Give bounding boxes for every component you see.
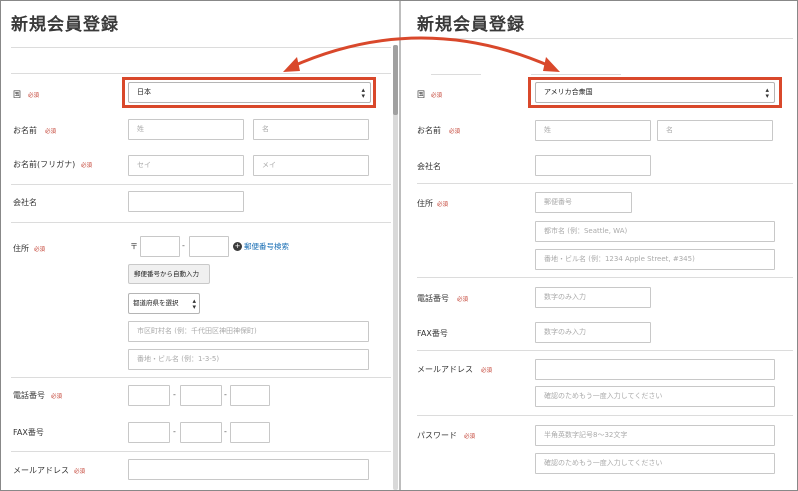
password-input[interactable]: 半角英数字記号8〜32文字	[535, 425, 775, 446]
email-input[interactable]	[535, 359, 775, 380]
required-badge: 必須	[81, 163, 93, 169]
address-label: 住所	[417, 199, 433, 208]
street-input[interactable]: 番地・ビル名 (例：1234 Apple Street, #345)	[535, 249, 775, 270]
city-input[interactable]: 市区町村名 (例：千代田区神田神保町)	[128, 321, 369, 342]
screenshot-frame: 新規会員登録 国 必須 日本 ▴ ▾ お名前 必須 姓 名 お名前(フリガナ) 必…	[0, 0, 798, 491]
required-badge: 必須	[457, 297, 469, 303]
scrollbar-thumb[interactable]	[393, 45, 398, 115]
select-arrow-icon: ▴ ▾	[192, 297, 196, 311]
postal-code-second-input[interactable]	[189, 236, 229, 257]
company-label: 会社名	[13, 198, 37, 207]
email-label: メールアドレス	[417, 365, 473, 374]
required-badge: 必須	[28, 93, 40, 99]
required-badge: 必須	[437, 202, 449, 208]
dash-separator: -	[224, 427, 227, 436]
fax-second-input[interactable]	[180, 422, 222, 443]
required-badge: 必須	[74, 469, 86, 475]
dash-separator: -	[224, 390, 227, 399]
required-badge: 必須	[481, 368, 493, 374]
postal-mark: 〒	[130, 242, 138, 251]
postal-autofill-button[interactable]: 郵便番号から自動入力	[128, 264, 210, 284]
required-badge: 必須	[431, 93, 443, 99]
title-divider	[11, 47, 391, 48]
name-label: お名前	[417, 126, 441, 135]
name-label: お名前	[13, 126, 37, 135]
row-divider	[417, 415, 793, 416]
street-input[interactable]: 番地・ビル名 (例：1-3-5)	[128, 349, 369, 370]
dash-separator: -	[173, 427, 176, 436]
phone-input[interactable]: 数字のみ入力	[535, 287, 651, 308]
password-label: パスワード	[417, 431, 457, 440]
phone-label: 電話番号	[417, 294, 449, 303]
row-divider	[11, 73, 391, 74]
country-label: 国	[13, 90, 21, 99]
row-divider	[11, 377, 391, 378]
fax-first-input[interactable]	[128, 422, 170, 443]
row-divider	[417, 350, 793, 351]
left-panel-japan-form: 新規会員登録 国 必須 日本 ▴ ▾ お名前 必須 姓 名 お名前(フリガナ) 必…	[1, 1, 399, 490]
required-badge: 必須	[51, 394, 63, 400]
prefecture-select-value: 都道府県を選択	[133, 299, 179, 307]
fax-label: FAX番号	[13, 428, 44, 437]
phone-second-input[interactable]	[180, 385, 222, 406]
fax-input[interactable]: 数字のみ入力	[535, 322, 651, 343]
postal-code-input[interactable]: 郵便番号	[535, 192, 632, 213]
phone-label: 電話番号	[13, 391, 45, 400]
last-name-kana-input[interactable]: セイ	[128, 155, 244, 176]
last-name-input[interactable]: 姓	[535, 120, 651, 141]
right-panel-us-form: 新規会員登録 国 必須 アメリカ合衆国 ▴ ▾ お名前 必須 姓 名 会社名 住所…	[401, 1, 797, 490]
row-divider	[11, 451, 391, 452]
company-input[interactable]	[128, 191, 244, 212]
phone-first-input[interactable]	[128, 385, 170, 406]
first-name-input[interactable]: 名	[657, 120, 773, 141]
plus-circle-icon[interactable]: +	[233, 242, 242, 251]
row-divider	[531, 74, 621, 75]
required-badge: 必須	[449, 129, 461, 135]
company-input[interactable]	[535, 155, 651, 176]
postal-code-first-input[interactable]	[140, 236, 180, 257]
row-divider	[417, 277, 793, 278]
country-label: 国	[417, 90, 425, 99]
first-name-input[interactable]: 名	[253, 119, 369, 140]
row-divider	[417, 183, 793, 184]
first-name-kana-input[interactable]: メイ	[253, 155, 369, 176]
password-confirm-input[interactable]: 確認のためもう一度入力してください	[535, 453, 775, 474]
page-title: 新規会員登録	[11, 15, 119, 35]
dash-separator: -	[182, 241, 185, 250]
last-name-input[interactable]: 姓	[128, 119, 244, 140]
highlight-box-country	[528, 77, 782, 108]
page-title: 新規会員登録	[417, 15, 525, 35]
kana-label: お名前(フリガナ)	[13, 160, 76, 169]
city-input[interactable]: 都市名 (例：Seattle, WA)	[535, 221, 775, 242]
required-badge: 必須	[34, 247, 46, 253]
dash-separator: -	[173, 390, 176, 399]
required-badge: 必須	[464, 434, 476, 440]
postal-search-link[interactable]: 郵便番号検索	[244, 241, 289, 252]
row-divider	[431, 74, 481, 75]
email-label: メールアドレス	[13, 466, 69, 475]
title-divider	[417, 38, 793, 39]
required-badge: 必須	[45, 129, 57, 135]
email-confirm-input[interactable]: 確認のためもう一度入力してください	[535, 386, 775, 407]
company-label: 会社名	[417, 162, 441, 171]
fax-label: FAX番号	[417, 329, 448, 338]
fax-third-input[interactable]	[230, 422, 270, 443]
email-input[interactable]	[128, 459, 369, 480]
highlight-box-country	[122, 77, 376, 108]
row-divider	[11, 222, 391, 223]
address-label: 住所	[13, 244, 29, 253]
prefecture-select[interactable]: 都道府県を選択 ▴ ▾	[128, 293, 200, 314]
phone-third-input[interactable]	[230, 385, 270, 406]
row-divider	[11, 184, 391, 185]
